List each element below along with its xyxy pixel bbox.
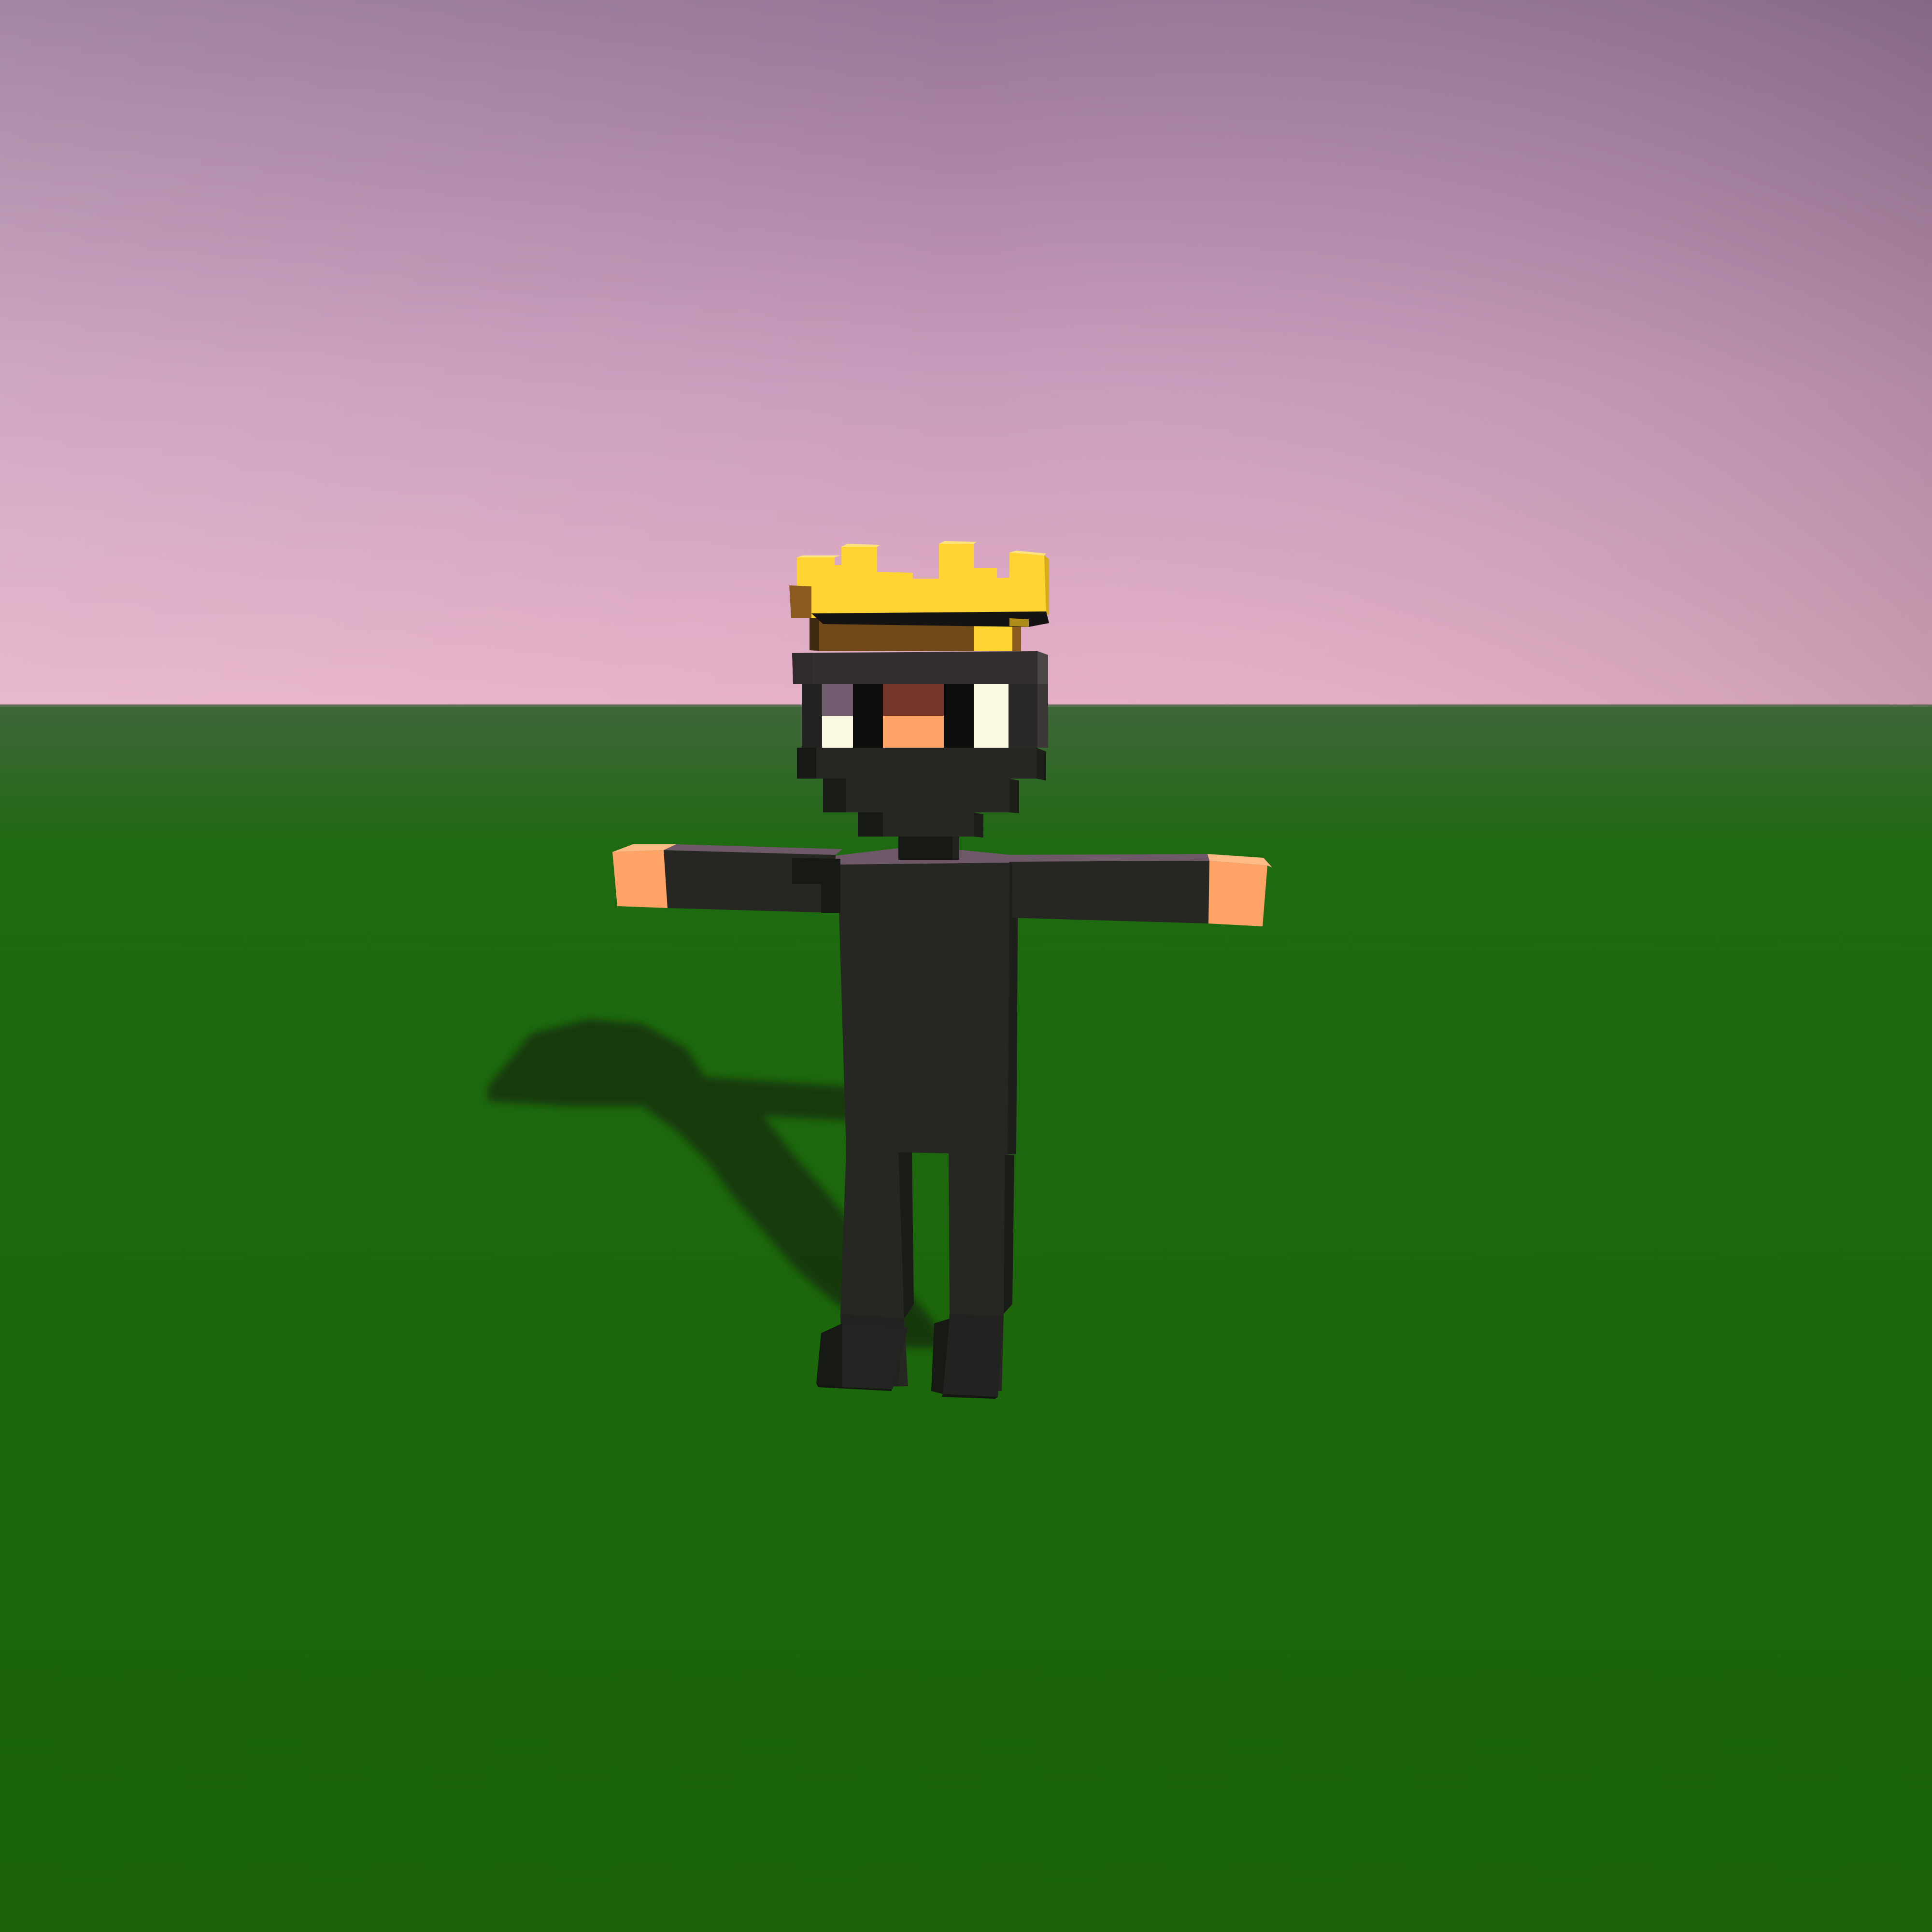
nose-skin bbox=[883, 716, 944, 748]
game-viewport[interactable] bbox=[0, 0, 1932, 1932]
right-arm bbox=[990, 854, 1211, 923]
scene-canvas[interactable] bbox=[0, 0, 1932, 1932]
left-arm bbox=[663, 844, 842, 913]
left-eye-shadow bbox=[822, 684, 853, 716]
right-pupil bbox=[944, 684, 974, 748]
left-eye-white bbox=[822, 716, 853, 748]
nose-top bbox=[883, 684, 944, 716]
head bbox=[792, 651, 1048, 838]
torso bbox=[834, 848, 1018, 1154]
right-eye-white bbox=[974, 684, 1009, 748]
right-hand bbox=[1208, 854, 1272, 926]
left-pupil bbox=[853, 684, 883, 748]
